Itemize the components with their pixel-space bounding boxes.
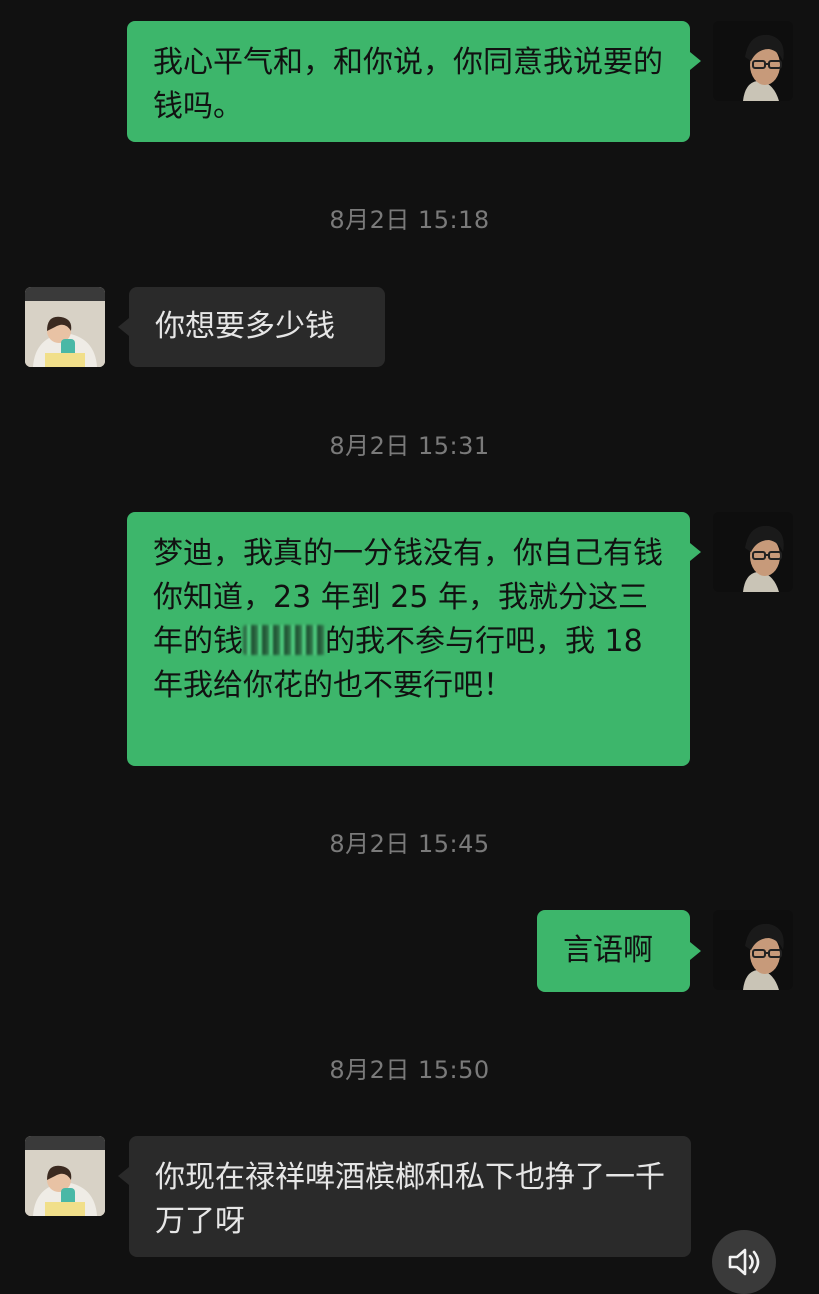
timestamp: 8月2日 15:31 bbox=[329, 432, 490, 460]
timestamp: 8月2日 15:18 bbox=[329, 206, 490, 234]
sound-toggle-button[interactable] bbox=[712, 1230, 776, 1294]
message-text: 你现在禄祥啤酒槟榔和私下也挣了一千万了呀 bbox=[155, 1160, 665, 1239]
message-bubble-incoming[interactable]: 你想要多少钱 bbox=[129, 287, 385, 367]
speaker-icon bbox=[728, 1248, 760, 1276]
message-text: 你想要多少钱 bbox=[155, 309, 335, 344]
message-bubble-incoming[interactable]: 你现在禄祥啤酒槟榔和私下也挣了一千万了呀 bbox=[129, 1136, 691, 1257]
avatar-self[interactable] bbox=[713, 21, 793, 101]
avatar-self[interactable] bbox=[713, 910, 793, 990]
redacted-text bbox=[243, 625, 325, 655]
bubble-tail bbox=[690, 543, 701, 561]
timestamp: 8月2日 15:50 bbox=[329, 1056, 490, 1084]
bubble-tail bbox=[690, 942, 701, 960]
avatar-self[interactable] bbox=[713, 512, 793, 592]
bubble-tail bbox=[690, 52, 701, 70]
message-bubble-outgoing[interactable]: 言语啊 bbox=[537, 910, 690, 992]
timestamp: 8月2日 15:45 bbox=[329, 830, 490, 858]
chat-area: 我心平气和，和你说，你同意我说要的钱吗。 8月2日 15:18 你想要多少钱 8… bbox=[0, 0, 819, 1294]
message-bubble-outgoing[interactable]: 我心平气和，和你说，你同意我说要的钱吗。 bbox=[127, 21, 690, 142]
avatar-contact[interactable] bbox=[25, 1136, 105, 1216]
avatar-contact[interactable] bbox=[25, 287, 105, 367]
message-text: 言语啊 bbox=[563, 933, 653, 968]
message-bubble-outgoing[interactable]: 梦迪，我真的一分钱没有，你自己有钱你知道，23 年到 25 年，我就分这三年的钱… bbox=[127, 512, 690, 766]
message-text: 我心平气和，和你说，你同意我说要的钱吗。 bbox=[153, 45, 663, 124]
bubble-tail bbox=[118, 318, 129, 336]
bubble-tail bbox=[118, 1167, 129, 1185]
